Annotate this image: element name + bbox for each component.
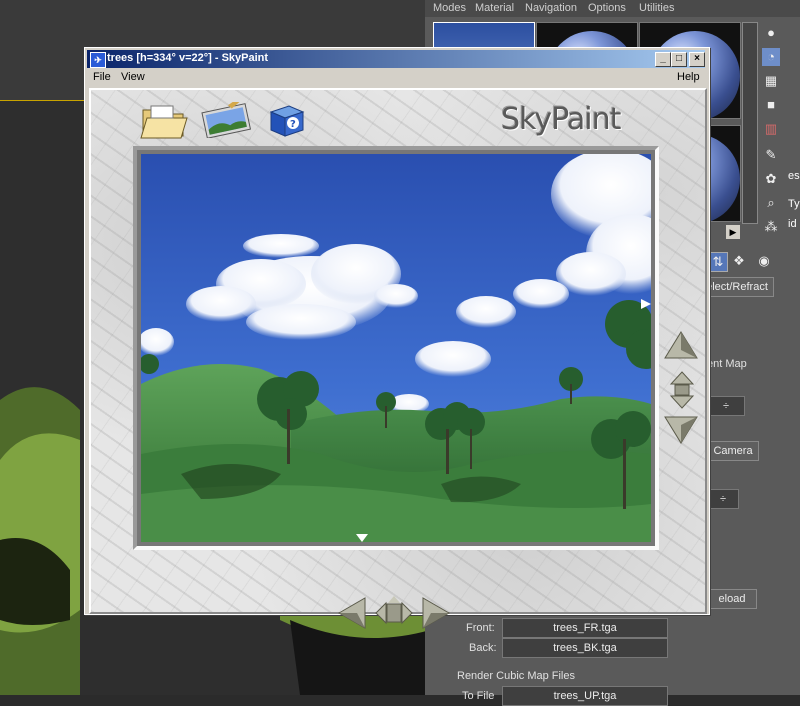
make-preview-icon[interactable]: ✎ bbox=[762, 146, 780, 164]
skypaint-logo: SkyPaint bbox=[501, 102, 621, 137]
sample-slot-scrollbar[interactable] bbox=[742, 22, 758, 224]
to-file-label: To File bbox=[462, 690, 495, 702]
front-file-field[interactable]: trees_FR.tga bbox=[502, 618, 668, 638]
horizontal-center-icon[interactable] bbox=[374, 596, 414, 630]
toolbar-sphere-icon[interactable]: ◉ bbox=[755, 252, 773, 270]
spinner-field-1[interactable]: ÷ bbox=[707, 396, 745, 416]
scroll-right-arrow[interactable]: ▶ bbox=[726, 225, 740, 239]
backlight-icon[interactable]: ◔ bbox=[762, 48, 780, 66]
menu-navigation[interactable]: Navigation bbox=[525, 2, 577, 14]
skypaint-titlebar[interactable]: ✈ trees [h=334° v=22°] - SkyPaint _ □ × bbox=[87, 50, 705, 68]
menu-modes[interactable]: Modes bbox=[433, 2, 466, 14]
side-label-ty: Ty bbox=[788, 198, 800, 210]
pan-right-arrow-icon[interactable] bbox=[421, 596, 451, 630]
spinner-field-2[interactable]: ÷ bbox=[707, 489, 739, 509]
minimize-button[interactable]: _ bbox=[655, 52, 671, 67]
pan-up-arrow-icon[interactable] bbox=[663, 330, 699, 360]
landscape-icon[interactable] bbox=[201, 102, 251, 138]
render-cubic-label: Render Cubic Map Files bbox=[457, 670, 575, 682]
material-navigator-icon[interactable]: ⁂ bbox=[762, 218, 780, 236]
toolbar-arrows-icon[interactable]: ⇅ bbox=[708, 252, 728, 272]
menu-utilities[interactable]: Utilities bbox=[639, 2, 674, 14]
reload-button[interactable]: eload bbox=[707, 589, 757, 609]
to-file-field[interactable]: trees_UP.tga bbox=[502, 686, 668, 706]
video-color-check-icon[interactable]: ▥ bbox=[762, 120, 780, 138]
options-icon[interactable]: ✿ bbox=[762, 170, 780, 188]
side-label-es: es bbox=[788, 170, 800, 182]
vertical-center-icon[interactable] bbox=[669, 370, 695, 410]
back-label: Back: bbox=[469, 642, 497, 654]
sky-panorama-view[interactable] bbox=[141, 154, 651, 542]
side-label-id: id bbox=[788, 218, 797, 230]
maximize-button[interactable]: □ bbox=[671, 52, 687, 67]
sample-type-icon[interactable]: ● bbox=[762, 24, 780, 42]
sky-view-frame bbox=[133, 146, 659, 550]
uv-tiling-icon[interactable]: ■ bbox=[762, 96, 780, 114]
menu-help[interactable]: Help bbox=[677, 71, 700, 83]
help-book-icon[interactable]: ? bbox=[267, 102, 307, 138]
camera-button[interactable]: Camera bbox=[707, 441, 759, 461]
marble-frame: ? SkyPaint bbox=[89, 88, 707, 629]
skypaint-window: ✈ trees [h=334° v=22°] - SkyPaint _ □ × … bbox=[84, 47, 710, 629]
skypaint-menubar: File View Help bbox=[87, 69, 705, 86]
menu-material[interactable]: Material bbox=[475, 2, 514, 14]
menu-file[interactable]: File bbox=[93, 71, 111, 83]
skypaint-app-icon[interactable]: ✈ bbox=[90, 52, 106, 68]
map-label: ent Map bbox=[707, 358, 747, 370]
menu-options[interactable]: Options bbox=[588, 2, 626, 14]
back-file-field[interactable]: trees_BK.tga bbox=[502, 638, 668, 658]
folder-icon[interactable] bbox=[139, 100, 191, 140]
toolbar-map-icon[interactable]: ❖ bbox=[730, 252, 748, 270]
pan-left-arrow-icon[interactable] bbox=[337, 596, 367, 630]
material-editor-menubar: Modes Material Navigation Options Utilit… bbox=[425, 0, 800, 17]
reflect-refract-button[interactable]: elect/Refract bbox=[700, 277, 774, 297]
pan-down-arrow-icon[interactable] bbox=[663, 415, 699, 445]
select-by-material-icon[interactable]: ⌕ bbox=[762, 194, 780, 212]
menu-view[interactable]: View bbox=[121, 71, 145, 83]
background-icon[interactable]: ▦ bbox=[762, 72, 780, 90]
front-label: Front: bbox=[466, 622, 495, 634]
svg-text:?: ? bbox=[290, 119, 296, 130]
close-button[interactable]: × bbox=[689, 52, 705, 67]
window-title: trees [h=334° v=22°] - SkyPaint bbox=[107, 52, 269, 64]
